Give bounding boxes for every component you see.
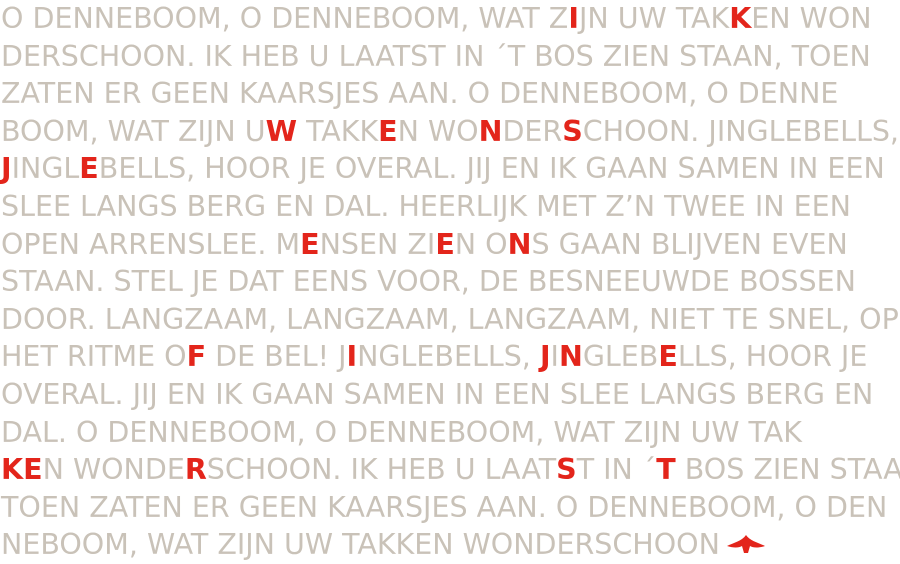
lyric-text: BOS ZIEN STAAN, (684, 453, 900, 487)
lyric-line: OPEN ARRENSLEE. MENSEN ZIEN ONS GAAN BLI… (1, 226, 848, 264)
lyric-line: DOOR. LANGZAAM, LANGZAAM, LANGZAAM, NIET… (1, 301, 899, 339)
lyric-text: T IN ´ (576, 453, 657, 487)
lyric-line: HET RITME OF DE BEL! JINGLEBELLS, JINGLE… (1, 338, 867, 376)
lyric-line: SLEE LANGS BERG EN DAL. HEERLIJK MET Z’N… (1, 188, 851, 226)
highlighted-letter: E (300, 227, 320, 261)
lyric-text: SLEE LANGS BERG EN DAL. HEERLIJK MET Z’N… (1, 190, 851, 223)
highlighted-letter: J (1, 152, 12, 186)
lyric-text: SCHOON. IK HEB U LAAT (206, 453, 557, 487)
highlighted-letter: E (79, 152, 99, 186)
highlighted-letter: J (539, 340, 551, 374)
highlighted-letter: N (558, 340, 583, 374)
lyric-text: BOOM, WAT ZIJN U (1, 114, 266, 148)
lyric-text: EN WON (751, 2, 872, 35)
lyric-line: STAAN. STEL JE DAT EENS VOOR, DE BESNEEU… (1, 263, 856, 301)
highlighted-letter: I (568, 2, 579, 35)
highlighted-letter: K (729, 2, 752, 35)
lyric-text: NEBOOM, WAT ZIJN UW TAKKEN WONDERSCHOON (1, 528, 720, 562)
highlighted-letter: S (562, 114, 583, 148)
lyric-line: OVERAL. JIJ EN IK GAAN SAMEN IN EEN SLEE… (1, 376, 873, 414)
highlighted-letter: I (346, 340, 358, 374)
highlighted-letter: E (23, 453, 43, 487)
lyric-line: JINGLEBELLS, HOOR JE OVERAL. JIJ EN IK G… (1, 150, 885, 188)
highlighted-letter: N (478, 114, 503, 148)
lyric-text: NGLEBELLS, (357, 340, 540, 374)
lyric-text: N WONDE (42, 453, 185, 487)
lyric-text: CHOON. JINGLEBELLS, (582, 114, 899, 148)
lyric-text: LLS, HOOR JE (677, 340, 868, 374)
lyric-text: OPEN ARRENSLEE. M (1, 227, 301, 261)
lyric-text: O DENNEBOOM, O DENNEBOOM, WAT Z (1, 2, 569, 35)
lyric-text: DER (502, 114, 563, 148)
lyric-line: DERSCHOON. IK HEB U LAATST IN ´T BOS ZIE… (1, 38, 871, 76)
lyric-text: I (550, 340, 559, 374)
lyric-text: DERSCHOON. IK HEB U LAATST IN ´T BOS ZIE… (1, 39, 871, 73)
highlighted-letter: N (507, 227, 532, 261)
lyric-text: N O (454, 227, 508, 261)
lyric-text: ZATEN ER GEEN KAARSJES AAN. O DENNEBOOM,… (1, 77, 839, 111)
lyric-text: DOOR. LANGZAAM, LANGZAAM, LANGZAAM, NIET… (1, 302, 899, 336)
lyric-text: INGL (11, 152, 80, 186)
highlighted-letter: E (658, 340, 678, 374)
lyric-line: KEN WONDERSCHOON. IK HEB U LAATST IN ´T … (1, 451, 900, 489)
lyric-text: BELLS, HOOR JE OVERAL. JIJ EN IK GAAN SA… (98, 152, 885, 186)
lyric-line: NEBOOM, WAT ZIJN UW TAKKEN WONDERSCHOON (1, 526, 766, 564)
lyric-text: DAL. O DENNEBOOM, O DENNEBOOM, WAT ZIJN … (1, 415, 802, 449)
highlighted-letter: K (1, 453, 24, 487)
lyric-text: STAAN. STEL JE DAT EENS VOOR, DE BESNEEU… (1, 265, 856, 299)
lyric-text: HET RITME O (1, 340, 187, 374)
lyric-text: NSEN ZI (319, 227, 436, 261)
lyric-line: ZATEN ER GEEN KAARSJES AAN. O DENNEBOOM,… (1, 75, 838, 113)
lyric-text: S GAAN BLIJVEN EVEN (531, 227, 848, 261)
lyric-line: DAL. O DENNEBOOM, O DENNEBOOM, WAT ZIJN … (1, 414, 802, 452)
lyrics-poster: O DENNEBOOM, O DENNEBOOM, WAT ZIJN UW TA… (0, 0, 900, 562)
highlighted-letter: E (378, 114, 398, 148)
lyric-text: GLEB (582, 340, 659, 374)
highlighted-letter: E (435, 227, 455, 261)
lyric-text: OVERAL. JIJ EN IK GAAN SAMEN IN EEN SLEE… (1, 378, 874, 411)
lyric-text: DE BEL! J (206, 340, 347, 374)
highlighted-letter: R (184, 453, 207, 487)
highlighted-letter: T (656, 453, 676, 487)
lyric-line: TOEN ZATEN ER GEEN KAARSJES AAN. O DENNE… (1, 489, 887, 527)
lyric-line: BOOM, WAT ZIJN UW TAKKEN WONDERSCHOON. J… (1, 113, 899, 151)
lyric-text: N WO (397, 114, 479, 148)
highlighted-letter: W (265, 114, 298, 148)
spade-ornament-icon (726, 535, 765, 554)
highlighted-letter: F (186, 340, 207, 374)
lyric-line: O DENNEBOOM, O DENNEBOOM, WAT ZIJN UW TA… (1, 0, 872, 38)
lyric-text: TAKK (297, 114, 379, 148)
lyric-text: TOEN ZATEN ER GEEN KAARSJES AAN. O DENNE… (1, 490, 888, 524)
highlighted-letter: S (556, 453, 577, 487)
lyric-text: JN UW TAK (578, 2, 730, 35)
